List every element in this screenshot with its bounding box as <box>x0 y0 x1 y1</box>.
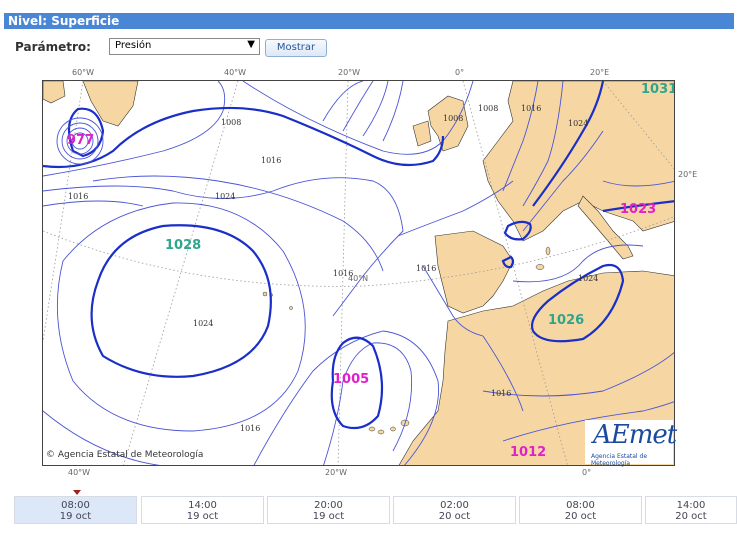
coord-top-20e: 20°E <box>590 68 610 77</box>
land-ireland <box>412 120 432 147</box>
level-label: Nivel: Superficie <box>8 14 120 28</box>
coord-top-20w: 20°W <box>338 68 361 77</box>
time-slot-time: 02:00 <box>440 500 469 511</box>
pressure-center-1005: 1005 <box>333 372 370 387</box>
time-slot-4[interactable]: 08:00 20 oct <box>519 496 642 524</box>
coord-right-20e: 20°E <box>678 170 698 179</box>
parameter-label: Parámetro: <box>15 40 91 54</box>
pressure-center-1023: 1023 <box>620 202 657 217</box>
pressure-map: 1008 1016 1016 1024 1024 1016 1016 1016 … <box>42 80 675 466</box>
logo-subtitle: Agencia Estatal de Meteorología <box>591 453 648 467</box>
isobar-label-1008-b: 1008 <box>443 114 463 123</box>
time-slot-5[interactable]: 14:00 20 oct <box>645 496 737 524</box>
time-slot-date: 20 oct <box>438 511 471 522</box>
land-uk <box>427 95 469 152</box>
parameter-select[interactable]: Presión ▼ <box>109 38 260 55</box>
isobar-label-1008-a: 1008 <box>221 118 241 127</box>
isobar-label-1016-g: 1016 <box>491 389 511 398</box>
land-greenland <box>82 81 139 127</box>
current-time-marker-icon <box>73 490 81 495</box>
time-slot-date: 20 oct <box>564 511 597 522</box>
time-slot-2[interactable]: 20:00 19 oct <box>267 496 390 524</box>
lat-label-40n: 40°N <box>348 274 368 283</box>
credit-text: Agencia Estatal de Meteorología <box>57 450 204 460</box>
map-credit: © Agencia Estatal de Meteorología <box>46 450 203 460</box>
pressure-center-1026: 1026 <box>548 313 585 328</box>
time-slot-1[interactable]: 14:00 19 oct <box>141 496 264 524</box>
parameter-selected-value: Presión <box>115 40 152 51</box>
time-selector: 08:00 19 oct 14:00 19 oct 20:00 19 oct 0… <box>14 496 737 526</box>
coord-top-40w: 40°W <box>224 68 247 77</box>
aemet-logo: AEmet Agencia Estatal de Meteorología <box>585 420 677 467</box>
time-slot-date: 19 oct <box>59 511 92 522</box>
time-slot-date: 20 oct <box>675 511 707 522</box>
isobar-label-1016-a: 1016 <box>261 156 281 165</box>
time-slot-time: 14:00 <box>188 500 217 511</box>
time-slot-3[interactable]: 02:00 20 oct <box>393 496 516 524</box>
isobar-label-1024-a: 1024 <box>215 192 235 201</box>
time-slot-0[interactable]: 08:00 19 oct <box>14 496 137 524</box>
pressure-center-1028: 1028 <box>165 238 202 253</box>
pressure-center-1031: 1031 <box>641 82 675 97</box>
coord-bottom-0: 0° <box>582 468 592 477</box>
isobar-label-1024-b: 1024 <box>193 319 213 328</box>
level-bar: Nivel: Superficie <box>4 13 734 29</box>
coord-top-60w: 60°W <box>72 68 95 77</box>
time-slot-time: 08:00 <box>61 500 90 511</box>
coord-top-0: 0° <box>455 68 465 77</box>
coord-bottom-40w: 40°W <box>68 468 91 477</box>
coord-bottom-20w: 20°W <box>325 468 348 477</box>
dropdown-arrow-icon: ▼ <box>247 39 255 50</box>
land-iberia <box>434 230 514 314</box>
isobar-label-1024-d: 1024 <box>578 274 598 283</box>
isobar-label-1016-f: 1016 <box>521 104 541 113</box>
copyright-icon: © <box>46 450 55 460</box>
pressure-center-1012: 1012 <box>510 445 547 460</box>
isobar-label-1024-c: 1024 <box>568 119 588 128</box>
show-button[interactable]: Mostrar <box>265 39 327 57</box>
time-slot-date: 19 oct <box>186 511 219 522</box>
time-slot-time: 08:00 <box>566 500 595 511</box>
time-slot-date: 19 oct <box>312 511 345 522</box>
time-slot-time: 20:00 <box>314 500 343 511</box>
isobar-label-1016-e: 1016 <box>240 424 260 433</box>
pressure-center-977: 977 <box>67 133 95 148</box>
isobar-label-1016-b: 1016 <box>68 192 88 201</box>
map-svg: 1008 1016 1016 1024 1024 1016 1016 1016 … <box>43 81 674 465</box>
isobar-label-1008-c: 1008 <box>478 104 498 113</box>
time-slot-time: 14:00 <box>676 500 706 511</box>
logo-text: AEmet <box>593 420 677 450</box>
isobar-label-1016-d: 1016 <box>416 264 436 273</box>
land-europe <box>482 81 674 242</box>
land-iceland <box>43 81 66 104</box>
